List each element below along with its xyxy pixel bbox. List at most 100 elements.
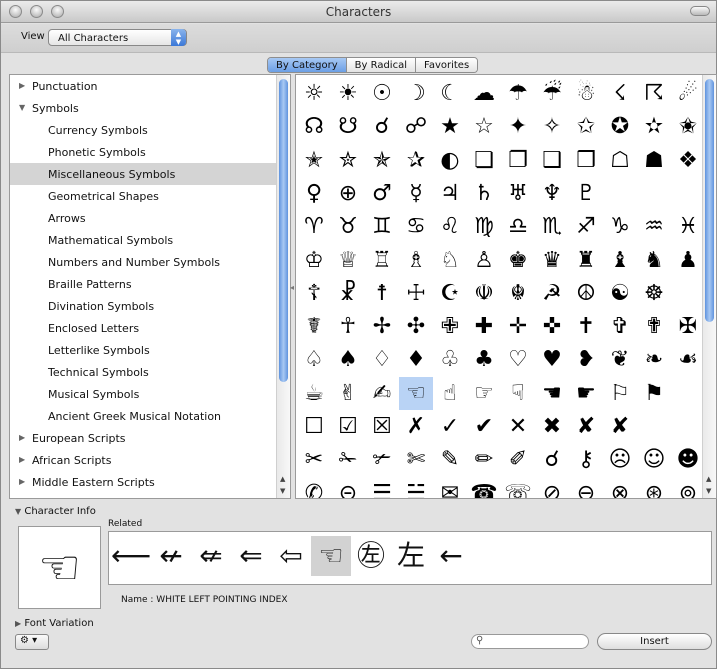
character-cell[interactable]: ☛: [569, 377, 603, 410]
search-field[interactable]: ⚲: [471, 634, 589, 649]
character-cell[interactable]: ☰: [365, 477, 399, 498]
character-cell[interactable]: ⚑: [637, 377, 671, 410]
character-cell[interactable]: ⊝: [331, 477, 365, 498]
disclosure-right-icon[interactable]: ▶: [19, 81, 25, 90]
related-character[interactable]: ⇐: [231, 536, 271, 576]
character-cell[interactable]: ♟: [671, 244, 705, 277]
character-cell[interactable]: ✆: [297, 477, 331, 498]
character-cell[interactable]: ☄: [671, 77, 705, 110]
character-cell[interactable]: ☐: [297, 410, 331, 443]
character-cell[interactable]: ☞: [467, 377, 501, 410]
character-cell[interactable]: [637, 177, 671, 210]
related-character[interactable]: ←: [431, 536, 471, 576]
character-cell[interactable]: ❑: [535, 144, 569, 177]
character-cell[interactable]: ✄: [399, 443, 433, 476]
character-cell[interactable]: [603, 177, 637, 210]
character-cell[interactable]: ✏: [467, 443, 501, 476]
character-cell[interactable]: ♦: [399, 343, 433, 376]
character-cell[interactable]: ♉: [331, 210, 365, 243]
category-item[interactable]: Numbers and Number Symbols: [10, 251, 278, 273]
category-item[interactable]: Technical Symbols: [10, 361, 278, 383]
character-cell[interactable]: ✕: [501, 410, 535, 443]
disclosure-right-icon[interactable]: ▶: [19, 477, 25, 486]
character-cell[interactable]: ✦: [501, 110, 535, 143]
character-cell[interactable]: [637, 410, 671, 443]
character-cell[interactable]: ☺: [637, 443, 671, 476]
character-cell[interactable]: ☤: [297, 310, 331, 343]
grid-scroll-thumb[interactable]: [705, 79, 714, 322]
character-cell[interactable]: ✃: [365, 443, 399, 476]
character-cell[interactable]: ☀: [331, 77, 365, 110]
character-cell[interactable]: ☸: [637, 277, 671, 310]
category-scrollbar[interactable]: ▲ ▼: [276, 75, 290, 498]
character-info-header[interactable]: ▼ Character Info: [15, 506, 96, 517]
character-cell[interactable]: ❖: [671, 144, 705, 177]
character-cell[interactable]: ❐: [501, 144, 535, 177]
related-character[interactable]: ⟵: [111, 536, 151, 576]
character-cell[interactable]: ✪: [603, 110, 637, 143]
character-cell[interactable]: ☜: [399, 376, 433, 410]
character-cell[interactable]: ✢: [365, 310, 399, 343]
character-cell[interactable]: ♅: [501, 177, 535, 210]
category-item[interactable]: ▶ African Scripts: [10, 449, 278, 471]
character-cell[interactable]: ☹: [603, 443, 637, 476]
character-cell[interactable]: ✘: [603, 410, 637, 443]
category-scroll-thumb[interactable]: [279, 79, 288, 382]
character-cell[interactable]: ☌: [365, 110, 399, 143]
character-cell[interactable]: ✘: [569, 410, 603, 443]
character-cell[interactable]: ✯: [365, 144, 399, 177]
character-cell[interactable]: ☭: [535, 277, 569, 310]
split-view-grip-icon[interactable]: ◂: [290, 283, 294, 292]
character-cell[interactable]: ♊: [365, 210, 399, 243]
character-cell[interactable]: ♥: [535, 343, 569, 376]
character-cell[interactable]: ☚: [535, 377, 569, 410]
character-cell[interactable]: ☾: [433, 77, 467, 110]
character-cell[interactable]: ♓: [671, 210, 705, 243]
character-cell[interactable]: ☊: [297, 110, 331, 143]
category-item[interactable]: Phonetic Symbols: [10, 141, 278, 163]
character-cell[interactable]: ✬: [671, 110, 705, 143]
character-cell[interactable]: ❧: [637, 343, 671, 376]
character-cell[interactable]: ♛: [535, 244, 569, 277]
category-item[interactable]: Ancient Greek Musical Notation: [10, 405, 278, 427]
character-cell[interactable]: ☒: [365, 410, 399, 443]
character-cell[interactable]: ☩: [399, 277, 433, 310]
character-cell[interactable]: ♕: [331, 244, 365, 277]
character-cell[interactable]: ✌: [331, 377, 365, 410]
category-item[interactable]: Arrows: [10, 207, 278, 229]
character-cell[interactable]: ⊖: [569, 477, 603, 498]
character-cell[interactable]: ♖: [365, 244, 399, 277]
action-menu-button[interactable]: ⚙ ▾: [15, 634, 49, 650]
character-cell[interactable]: ☌: [535, 443, 569, 476]
character-cell[interactable]: ⊚: [671, 477, 705, 498]
category-item[interactable]: Divination Symbols: [10, 295, 278, 317]
character-cell[interactable]: ☪: [433, 277, 467, 310]
character-cell[interactable]: ⚐: [603, 377, 637, 410]
character-cell[interactable]: ✞: [603, 310, 637, 343]
character-cell[interactable]: [671, 377, 705, 410]
character-cell[interactable]: ♎: [501, 210, 535, 243]
character-preview[interactable]: ☜: [18, 526, 101, 609]
view-popup[interactable]: All Characters ▲ ▼: [48, 29, 187, 46]
character-cell[interactable]: ✮: [331, 144, 365, 177]
character-cell[interactable]: ♚: [501, 244, 535, 277]
character-cell[interactable]: ⊕: [331, 177, 365, 210]
character-cell[interactable]: ✚: [467, 310, 501, 343]
category-item[interactable]: ▶ European Scripts: [10, 427, 278, 449]
character-cell[interactable]: ♆: [535, 177, 569, 210]
character-cell[interactable]: ☿: [399, 177, 433, 210]
grid-scroll-down-arrow-icon[interactable]: ▼: [706, 487, 711, 495]
character-cell[interactable]: ✧: [535, 110, 569, 143]
character-cell[interactable]: ✖: [535, 410, 569, 443]
character-cell[interactable]: ♃: [433, 177, 467, 210]
character-cell[interactable]: ☬: [501, 277, 535, 310]
tab-by-category[interactable]: By Category: [268, 58, 347, 72]
category-item[interactable]: Geometrical Shapes: [10, 185, 278, 207]
character-cell[interactable]: ☋: [331, 110, 365, 143]
character-cell[interactable]: ✜: [535, 310, 569, 343]
character-cell[interactable]: ☎: [467, 477, 501, 498]
category-item[interactable]: Mathematical Symbols: [10, 229, 278, 251]
character-cell[interactable]: ✔: [467, 410, 501, 443]
category-item[interactable]: ▶ Middle Eastern Scripts: [10, 471, 278, 493]
character-cell[interactable]: ♝: [603, 244, 637, 277]
